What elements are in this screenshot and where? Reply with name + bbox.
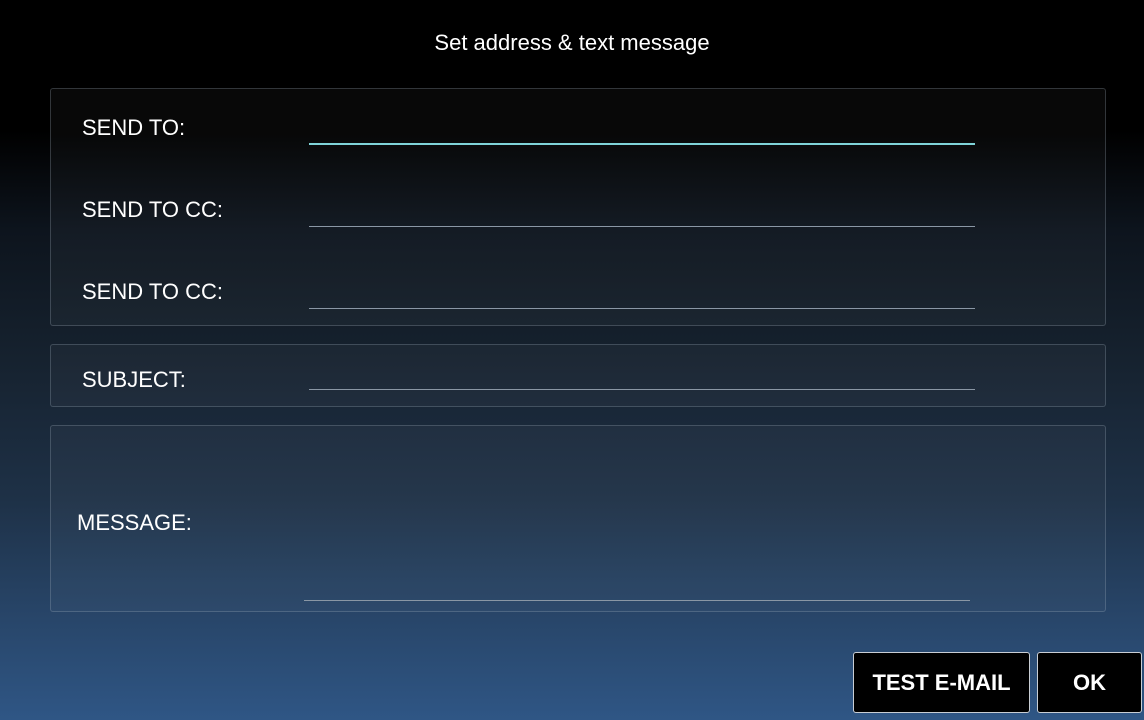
send-to-cc-label-2: SEND TO CC: [82,279,223,304]
subject-panel: SUBJECT: [50,344,1106,407]
send-to-cc-input-1[interactable] [309,195,975,227]
send-to-cc-label-1: SEND TO CC: [82,197,223,222]
message-input[interactable] [304,569,970,601]
send-to-label: SEND TO: [82,115,186,140]
test-email-button[interactable]: TEST E-MAIL [853,652,1030,713]
message-panel: MESSAGE: [50,425,1106,612]
message-label: MESSAGE: [77,510,192,535]
ok-button[interactable]: OK [1037,652,1142,713]
send-to-input[interactable] [309,113,975,145]
send-to-cc-input-2[interactable] [309,277,975,309]
subject-label: SUBJECT: [82,367,186,392]
address-panel: SEND TO: SEND TO CC: SEND TO CC: [50,88,1106,326]
subject-input[interactable] [309,358,975,390]
dialog-title: Set address & text message [434,30,710,55]
